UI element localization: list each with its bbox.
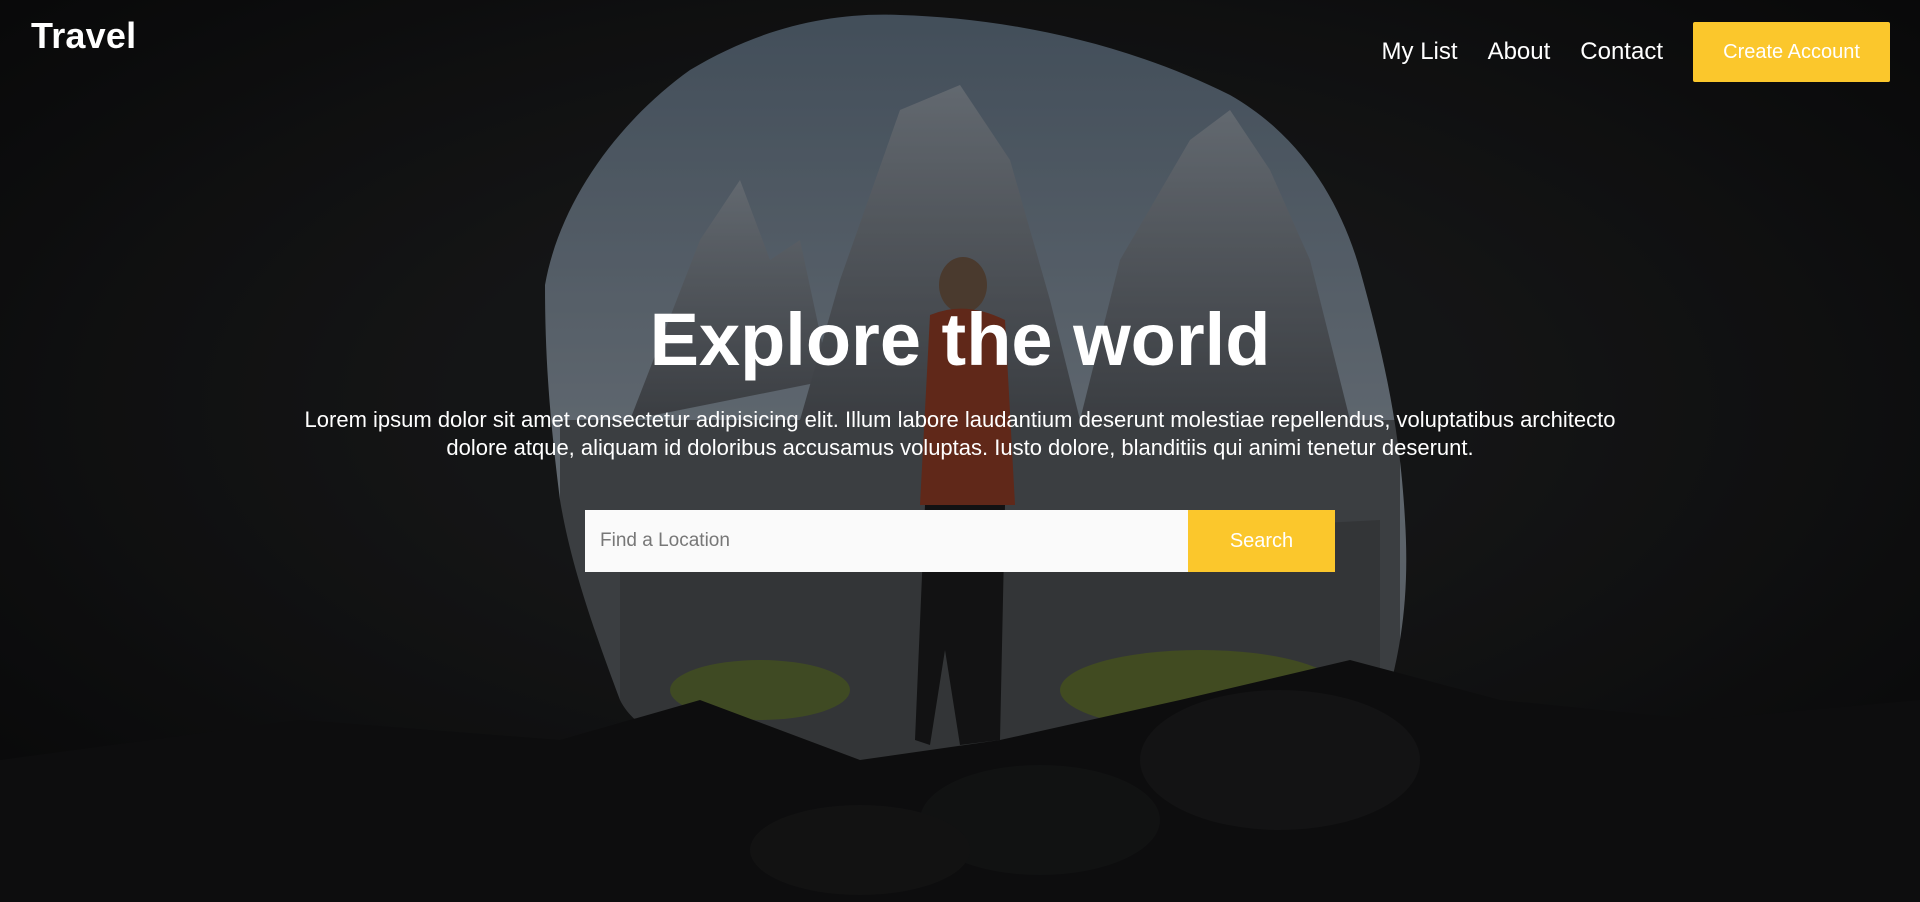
location-search-input[interactable]	[585, 510, 1188, 572]
nav-my-list[interactable]: My List	[1382, 22, 1458, 82]
location-search-form: Search	[585, 510, 1335, 572]
nav-about[interactable]: About	[1488, 22, 1551, 82]
nav-contact[interactable]: Contact	[1580, 22, 1663, 82]
main-nav: My List About Contact Create Account	[1352, 22, 1890, 82]
create-account-button[interactable]: Create Account	[1693, 22, 1890, 82]
hero-description: Lorem ipsum dolor sit amet consectetur a…	[304, 407, 1616, 460]
hero-section: Travel My List About Contact Create Acco…	[0, 0, 1920, 902]
hero-title: Explore the world	[649, 298, 1271, 381]
brand-logo[interactable]: Travel	[31, 15, 136, 57]
search-button[interactable]: Search	[1188, 510, 1335, 572]
